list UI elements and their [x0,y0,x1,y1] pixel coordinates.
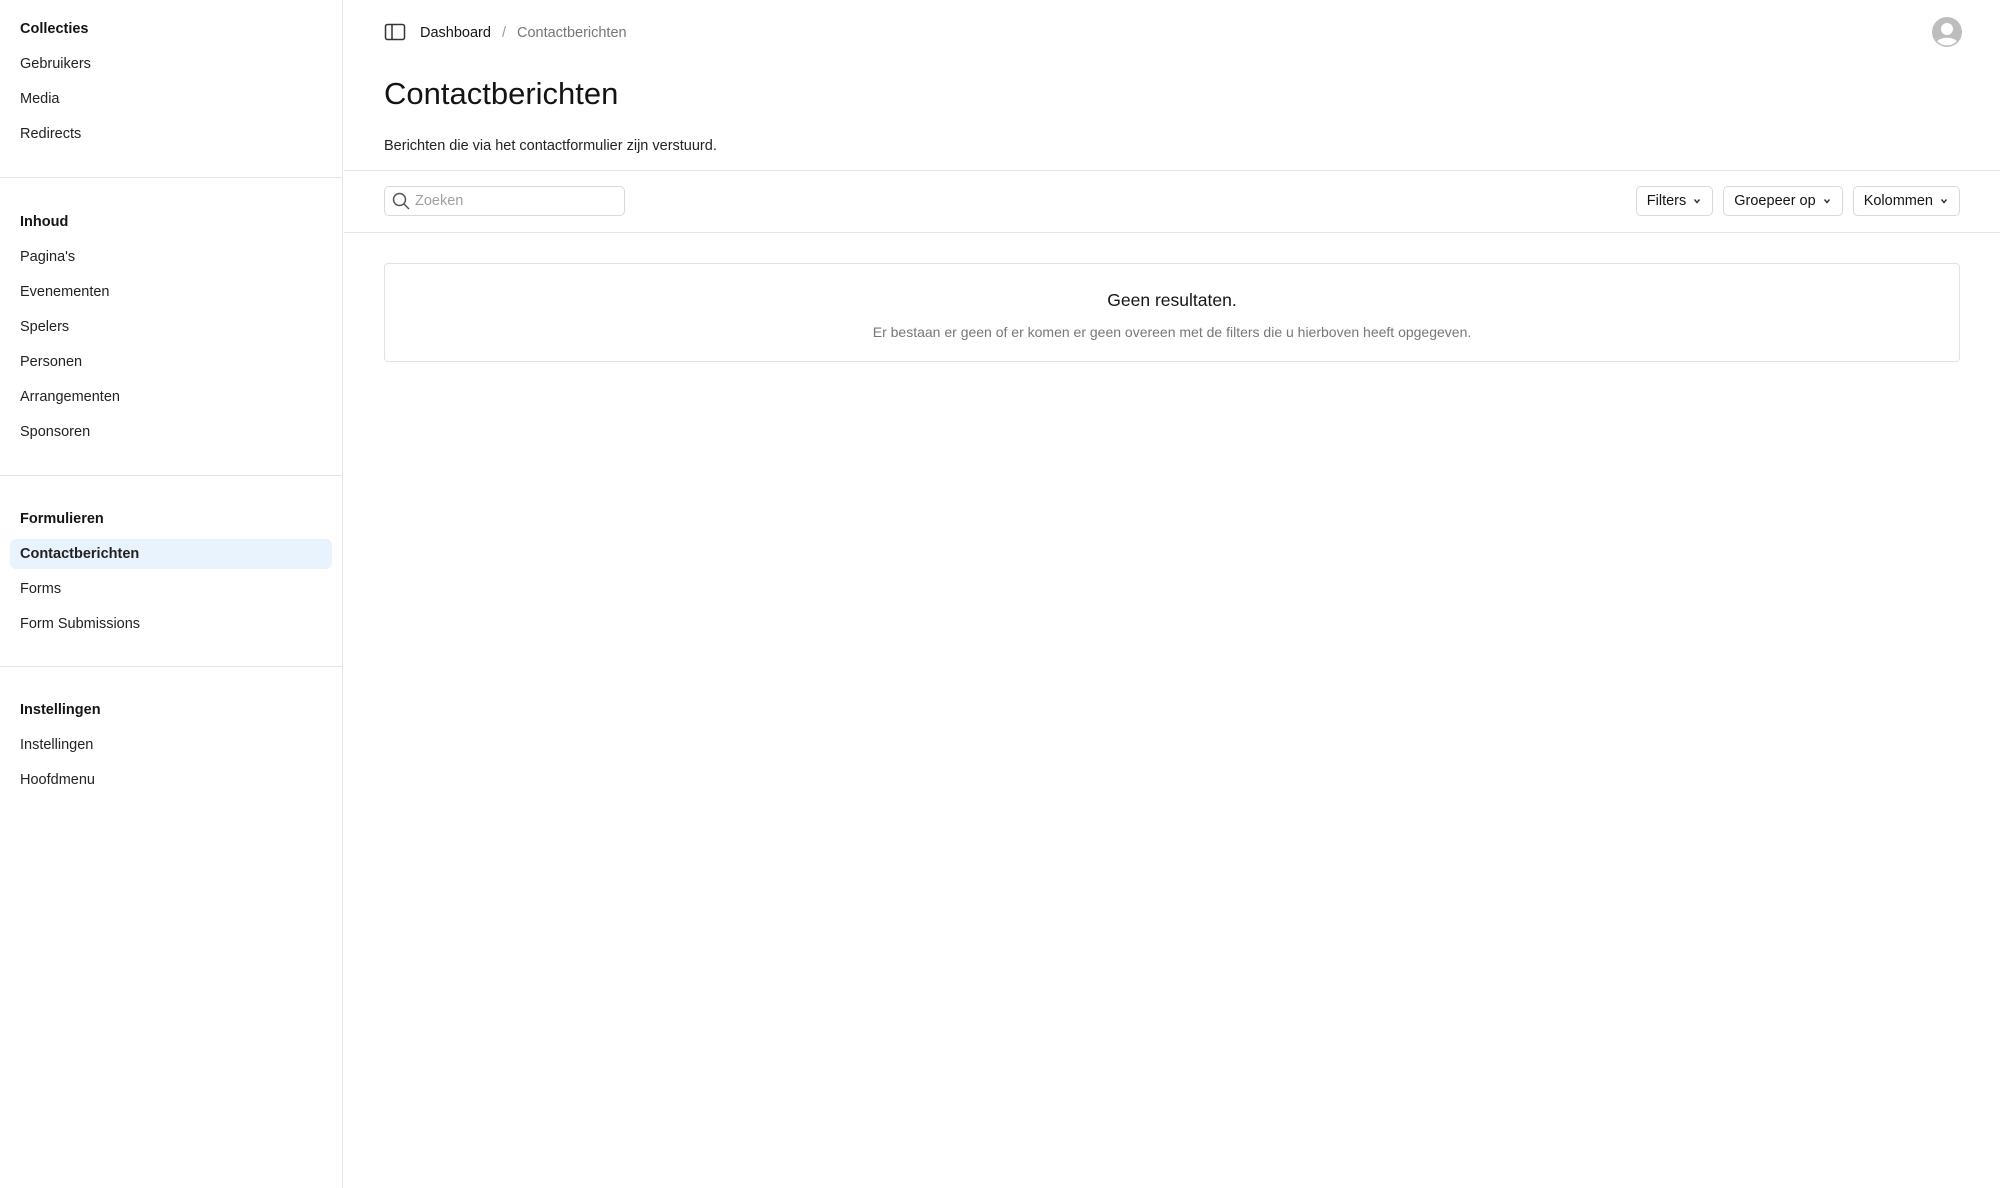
chevron-down-icon [1694,199,1701,204]
empty-state: Geen resultaten. Er bestaan er geen of e… [384,263,1960,362]
nav-group-formulieren: Formulieren Contactberichten Forms Form … [0,475,342,666]
nav-heading-instellingen: Instellingen [20,702,101,718]
sidebar-item-gebruikers[interactable]: Gebruikers [10,49,332,79]
sidebar: Collecties Gebruikers Media Redirects In… [0,0,343,1188]
sidebar-item-evenementen[interactable]: Evenementen [10,277,332,307]
list-toolbar: Filters Groepeer op Kolommen [344,170,2000,233]
sidebar-item-spelers[interactable]: Spelers [10,312,332,342]
sidebar-item-redirects[interactable]: Redirects [10,119,332,149]
sidebar-item-contactberichten[interactable]: Contactberichten [10,539,332,569]
chevron-down-icon [1823,199,1830,204]
breadcrumb: Dashboard / Contactberichten [420,17,627,49]
breadcrumb-separator: / [501,25,506,41]
nav-group-instellingen: Instellingen Instellingen Hoofdmenu [0,666,342,810]
page-title: Contactberichten [384,76,619,111]
group-by-button[interactable]: Groepeer op [1723,186,1843,216]
sidebar-item-instellingen[interactable]: Instellingen [10,730,332,760]
app: Collecties Gebruikers Media Redirects In… [0,0,2000,1188]
nav-heading-collecties: Collecties [20,21,89,37]
user-avatar-icon[interactable] [1932,17,1962,47]
page-description: Berichten die via het contactformulier z… [384,138,717,154]
toolbar-buttons: Filters Groepeer op Kolommen [1635,186,1960,216]
nav-group-inhoud: Inhoud Pagina's Evenementen Spelers Pers… [0,177,342,475]
breadcrumb-current: Contactberichten [516,25,627,41]
search-box [384,186,625,216]
sidebar-item-arrangementen[interactable]: Arrangementen [10,382,332,412]
sidebar-item-paginas[interactable]: Pagina's [10,242,332,272]
sidebar-item-form-submissions[interactable]: Form Submissions [10,609,332,639]
nav-heading-inhoud: Inhoud [20,214,69,230]
nav-group-collecties: Collecties Gebruikers Media Redirects [0,0,342,177]
empty-state-title: Geen resultaten. [1107,290,1237,310]
sidebar-item-forms[interactable]: Forms [10,574,332,604]
sidebar-item-media[interactable]: Media [10,84,332,114]
top-bar: Dashboard / Contactberichten [384,17,1962,49]
chevron-down-icon [1940,199,1948,204]
columns-button-label: Kolommen [1863,193,1933,209]
search-input[interactable] [415,187,618,215]
columns-button[interactable]: Kolommen [1852,186,1960,216]
sidebar-toggle-icon[interactable] [384,21,406,43]
main-content: Dashboard / Contactberichten Contactberich… [344,0,2000,1188]
sidebar-item-personen[interactable]: Personen [10,347,332,377]
empty-state-text: Er bestaan er geen of er komen er geen o… [872,324,1472,340]
sidebar-item-sponsoren[interactable]: Sponsoren [10,417,332,447]
filters-button-label: Filters [1646,193,1687,209]
nav-heading-formulieren: Formulieren [20,511,104,527]
search-icon [391,191,411,211]
filters-button[interactable]: Filters [1635,186,1714,216]
group-by-button-label: Groepeer op [1734,193,1816,209]
breadcrumb-dashboard-link[interactable]: Dashboard [420,25,491,41]
sidebar-item-hoofdmenu[interactable]: Hoofdmenu [10,765,332,795]
